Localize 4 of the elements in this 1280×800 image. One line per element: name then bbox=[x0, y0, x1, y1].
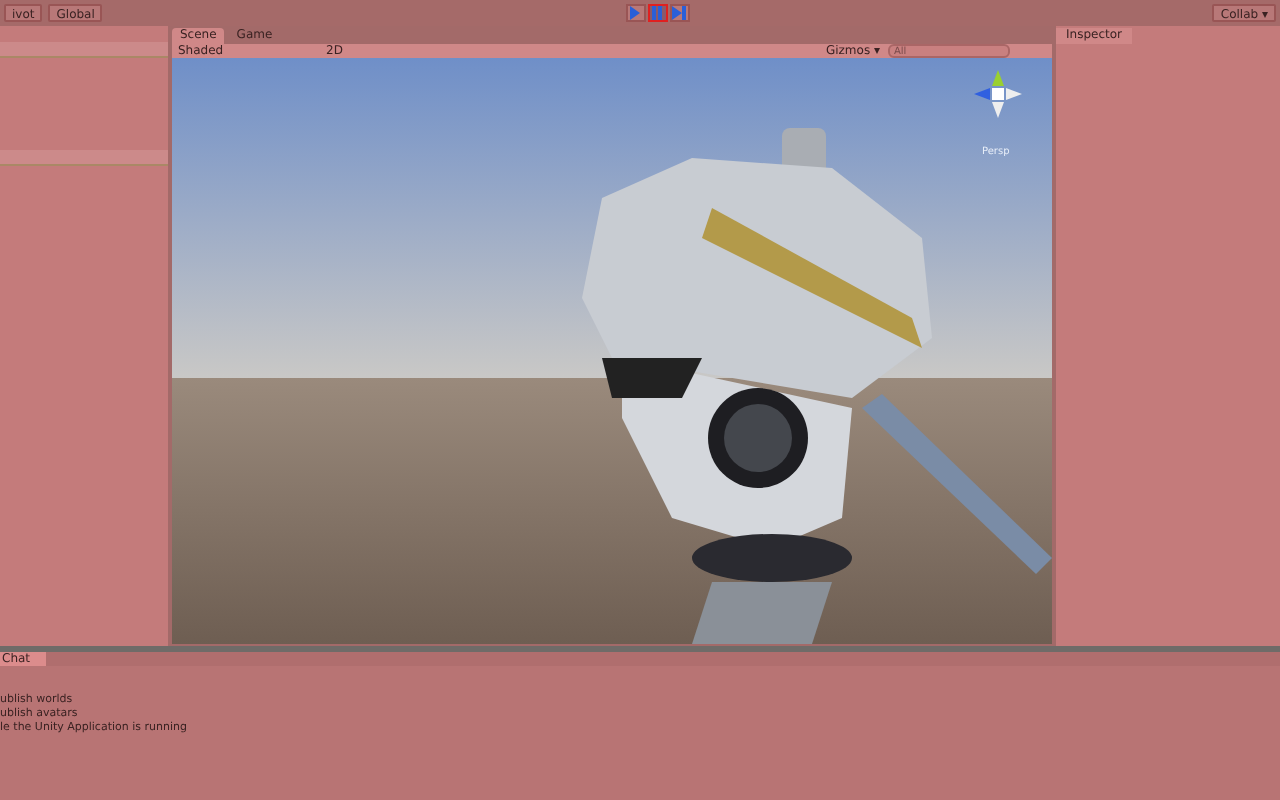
pause-button[interactable] bbox=[647, 4, 668, 22]
step-button[interactable] bbox=[669, 4, 690, 22]
play-button[interactable] bbox=[625, 4, 646, 22]
orientation-gizmo-icon bbox=[974, 70, 1022, 118]
